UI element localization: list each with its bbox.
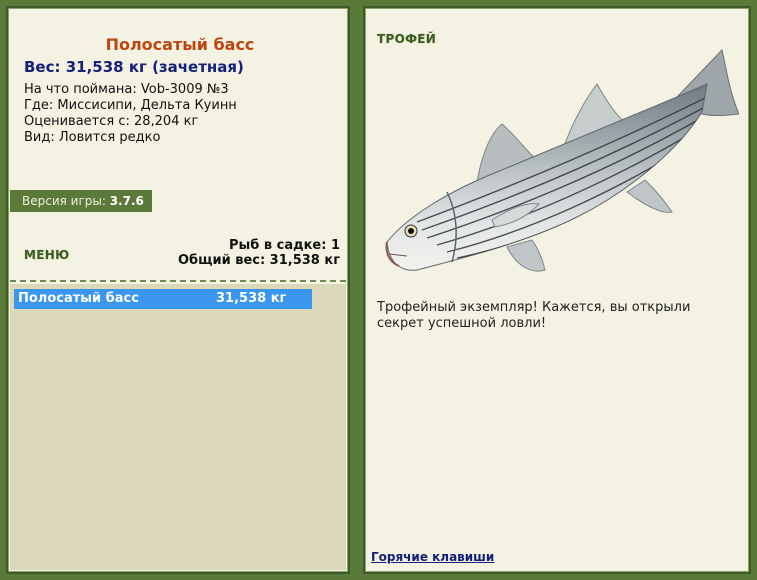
fish-location-line: Где: Миссисипи, Дельта Куинн (24, 98, 237, 113)
keep-net-stats: Рыб в садке: 1 Общий вес: 31,538 кг (178, 238, 340, 268)
section-divider (10, 280, 346, 282)
list-item-name: Полосатый басс (18, 291, 139, 306)
fish-weight: Вес: 31,538 кг (зачетная) (24, 58, 244, 76)
keep-count: Рыб в садке: 1 (228, 238, 340, 253)
hotkeys-link[interactable]: Горячие клавиши (371, 550, 494, 564)
fish-rarity-line: Вид: Ловится редко (24, 130, 161, 145)
keep-total-weight: Общий вес: 31,538 кг (177, 253, 340, 268)
fish-bait-line: На что поймана: Vob-3009 №3 (24, 82, 229, 97)
striped-bass-image (385, 48, 739, 272)
list-item[interactable]: Полосатый басс 31,538 кг (14, 289, 312, 309)
trophy-panel: ТРОФЕЙ Трофейный экземпляр! Кажется, вы … (363, 6, 751, 574)
menu-button[interactable]: МЕНЮ (24, 248, 69, 262)
fish-price-line: Оценивается с: 28,204 кг (24, 114, 199, 129)
fish-info-panel: Полосатый басс Вес: 31,538 кг (зачетная)… (6, 6, 350, 574)
version-label: Версия игры: (22, 194, 106, 208)
game-version-bar: Версия игры: 3.7.6 (10, 190, 152, 212)
fish-title: Полосатый басс (105, 35, 255, 54)
keep-net-list: Полосатый басс 31,538 кг (10, 284, 346, 570)
list-item-weight: 31,538 кг (216, 291, 287, 306)
version-value: 3.7.6 (109, 194, 144, 208)
trophy-message: Трофейный экземпляр! Кажется, вы открыли… (377, 300, 691, 331)
